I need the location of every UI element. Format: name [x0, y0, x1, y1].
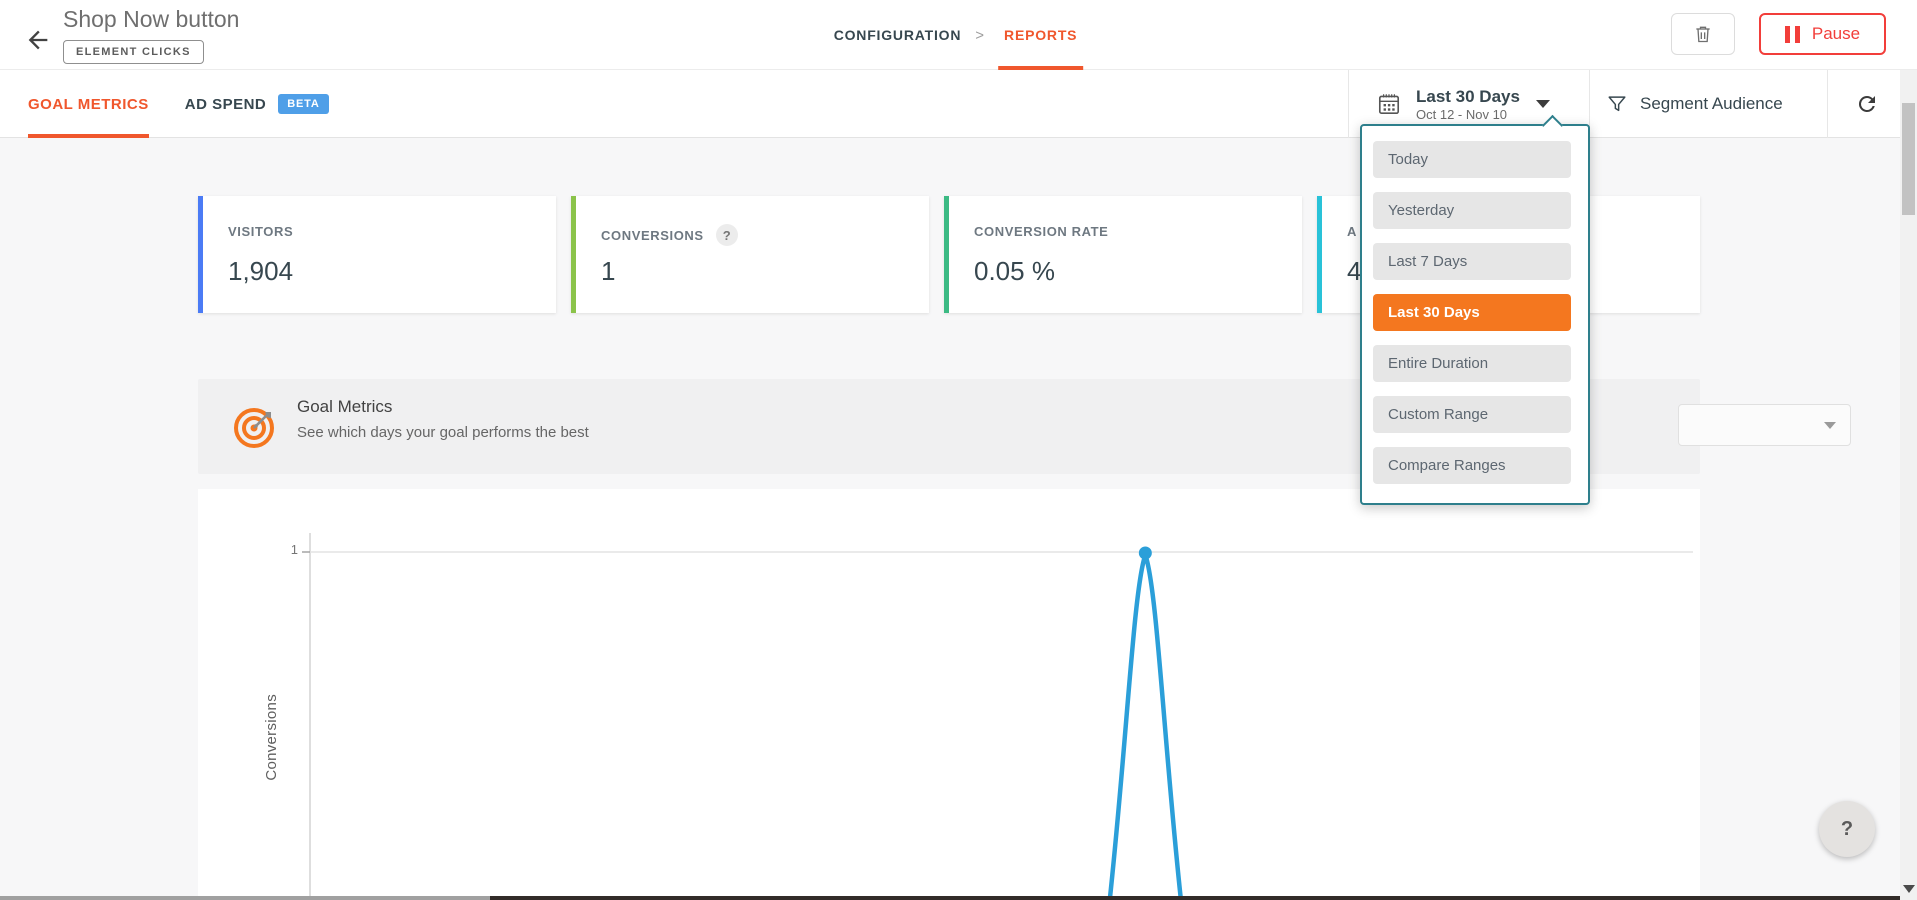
tab-ad-spend[interactable]: AD SPEND BETA [185, 70, 329, 138]
header-bar: Shop Now button ELEMENT CLICKS CONFIGURA… [0, 0, 1917, 70]
menu-item-last-7-days[interactable]: Last 7 Days [1373, 243, 1571, 280]
vertical-scrollbar[interactable] [1900, 70, 1917, 900]
report-tabs: GOAL METRICS AD SPEND BETA [28, 70, 329, 138]
back-button[interactable] [24, 26, 52, 54]
card-accent [571, 196, 576, 313]
date-range-dates: Oct 12 - Nov 10 [1416, 106, 1508, 122]
metric-label: CONVERSIONS [601, 227, 704, 243]
breadcrumb-configuration[interactable]: CONFIGURATION [834, 27, 962, 43]
conversions-chart: Conversions 1 [198, 489, 1700, 900]
metric-card-visitors: VISITORS 1,904 [198, 196, 556, 313]
report-toolbar: GOAL METRICS AD SPEND BETA Last 30 Days [0, 70, 1917, 138]
chart-spike[interactable] [1107, 548, 1184, 900]
calendar-icon [1376, 91, 1402, 117]
date-range-label: Last 30 Days [1416, 86, 1520, 106]
pause-button[interactable]: Pause [1759, 13, 1886, 55]
metric-label: A [1347, 224, 1357, 239]
chevron-right-icon: > [975, 26, 985, 44]
help-tooltip-icon[interactable]: ? [715, 224, 738, 246]
menu-item-last-30-days[interactable]: Last 30 Days [1373, 294, 1571, 331]
metric-value: 1 [601, 256, 616, 286]
metric-card-conversion-rate: CONVERSION RATE 0.05 % [944, 196, 1302, 313]
metric-value: 0.05 % [974, 256, 1055, 286]
metric-label: VISITORS [228, 224, 294, 239]
menu-item-today[interactable]: Today [1373, 141, 1571, 178]
arrow-left-icon [24, 26, 52, 54]
chart-peak-point[interactable] [1138, 546, 1152, 560]
menu-item-yesterday[interactable]: Yesterday [1373, 192, 1571, 229]
metric-value: 1,904 [228, 256, 294, 286]
goal-section-subtitle: See which days your goal performs the be… [297, 424, 589, 441]
breadcrumb: CONFIGURATION > REPORTS [834, 0, 1084, 70]
card-accent [944, 196, 949, 313]
y-axis-title: Conversions [262, 693, 280, 781]
menu-item-custom-range[interactable]: Custom Range [1373, 396, 1571, 433]
menu-item-compare-ranges[interactable]: Compare Ranges [1373, 447, 1571, 484]
breadcrumb-reports[interactable]: REPORTS [998, 0, 1084, 70]
chevron-down-icon [1535, 100, 1550, 108]
horizontal-scrollbar-track [0, 896, 490, 900]
chevron-down-icon [1824, 421, 1836, 429]
pause-icon [1784, 25, 1800, 43]
horizontal-scrollbar-thumb[interactable] [490, 896, 1917, 900]
scrollbar-thumb[interactable] [1902, 103, 1915, 215]
beta-badge: BETA [278, 94, 329, 114]
metric-label: CONVERSION RATE [974, 224, 1109, 239]
chart-options-select[interactable] [1678, 404, 1851, 446]
page-title: Shop Now button [63, 6, 240, 32]
scrollbar-down-arrow[interactable] [1903, 885, 1915, 893]
card-accent [198, 196, 203, 313]
refresh-button[interactable] [1844, 70, 1890, 138]
tab-ad-spend-label: AD SPEND [184, 95, 267, 113]
trash-icon [1693, 23, 1713, 45]
y-tick-label: 1 [290, 542, 298, 557]
date-range-dropdown: Today Yesterday Last 7 Days Last 30 Days… [1360, 124, 1590, 505]
segment-audience-button[interactable]: Segment Audience [1606, 70, 1816, 138]
card-accent [1317, 196, 1322, 313]
metric-card-conversions: CONVERSIONS ? 1 [571, 196, 929, 313]
delete-button[interactable] [1671, 13, 1735, 55]
filter-funnel-icon [1606, 93, 1628, 115]
goal-type-badge: ELEMENT CLICKS [63, 40, 204, 64]
refresh-icon [1855, 92, 1879, 116]
chart-canvas [302, 533, 1693, 900]
help-button[interactable]: ? [1819, 801, 1875, 857]
menu-item-entire-duration[interactable]: Entire Duration [1373, 345, 1571, 382]
report-screen: Shop Now button ELEMENT CLICKS CONFIGURA… [0, 0, 1917, 900]
tab-goal-metrics[interactable]: GOAL METRICS [28, 70, 149, 138]
tab-goal-metrics-label: GOAL METRICS [28, 95, 149, 113]
segment-audience-label: Segment Audience [1640, 94, 1783, 113]
toolbar-divider [1827, 70, 1828, 138]
goal-section-title: Goal Metrics [297, 397, 393, 416]
pause-button-label: Pause [1811, 24, 1861, 43]
breadcrumb-reports-label: REPORTS [1004, 27, 1078, 43]
target-icon [232, 404, 278, 450]
